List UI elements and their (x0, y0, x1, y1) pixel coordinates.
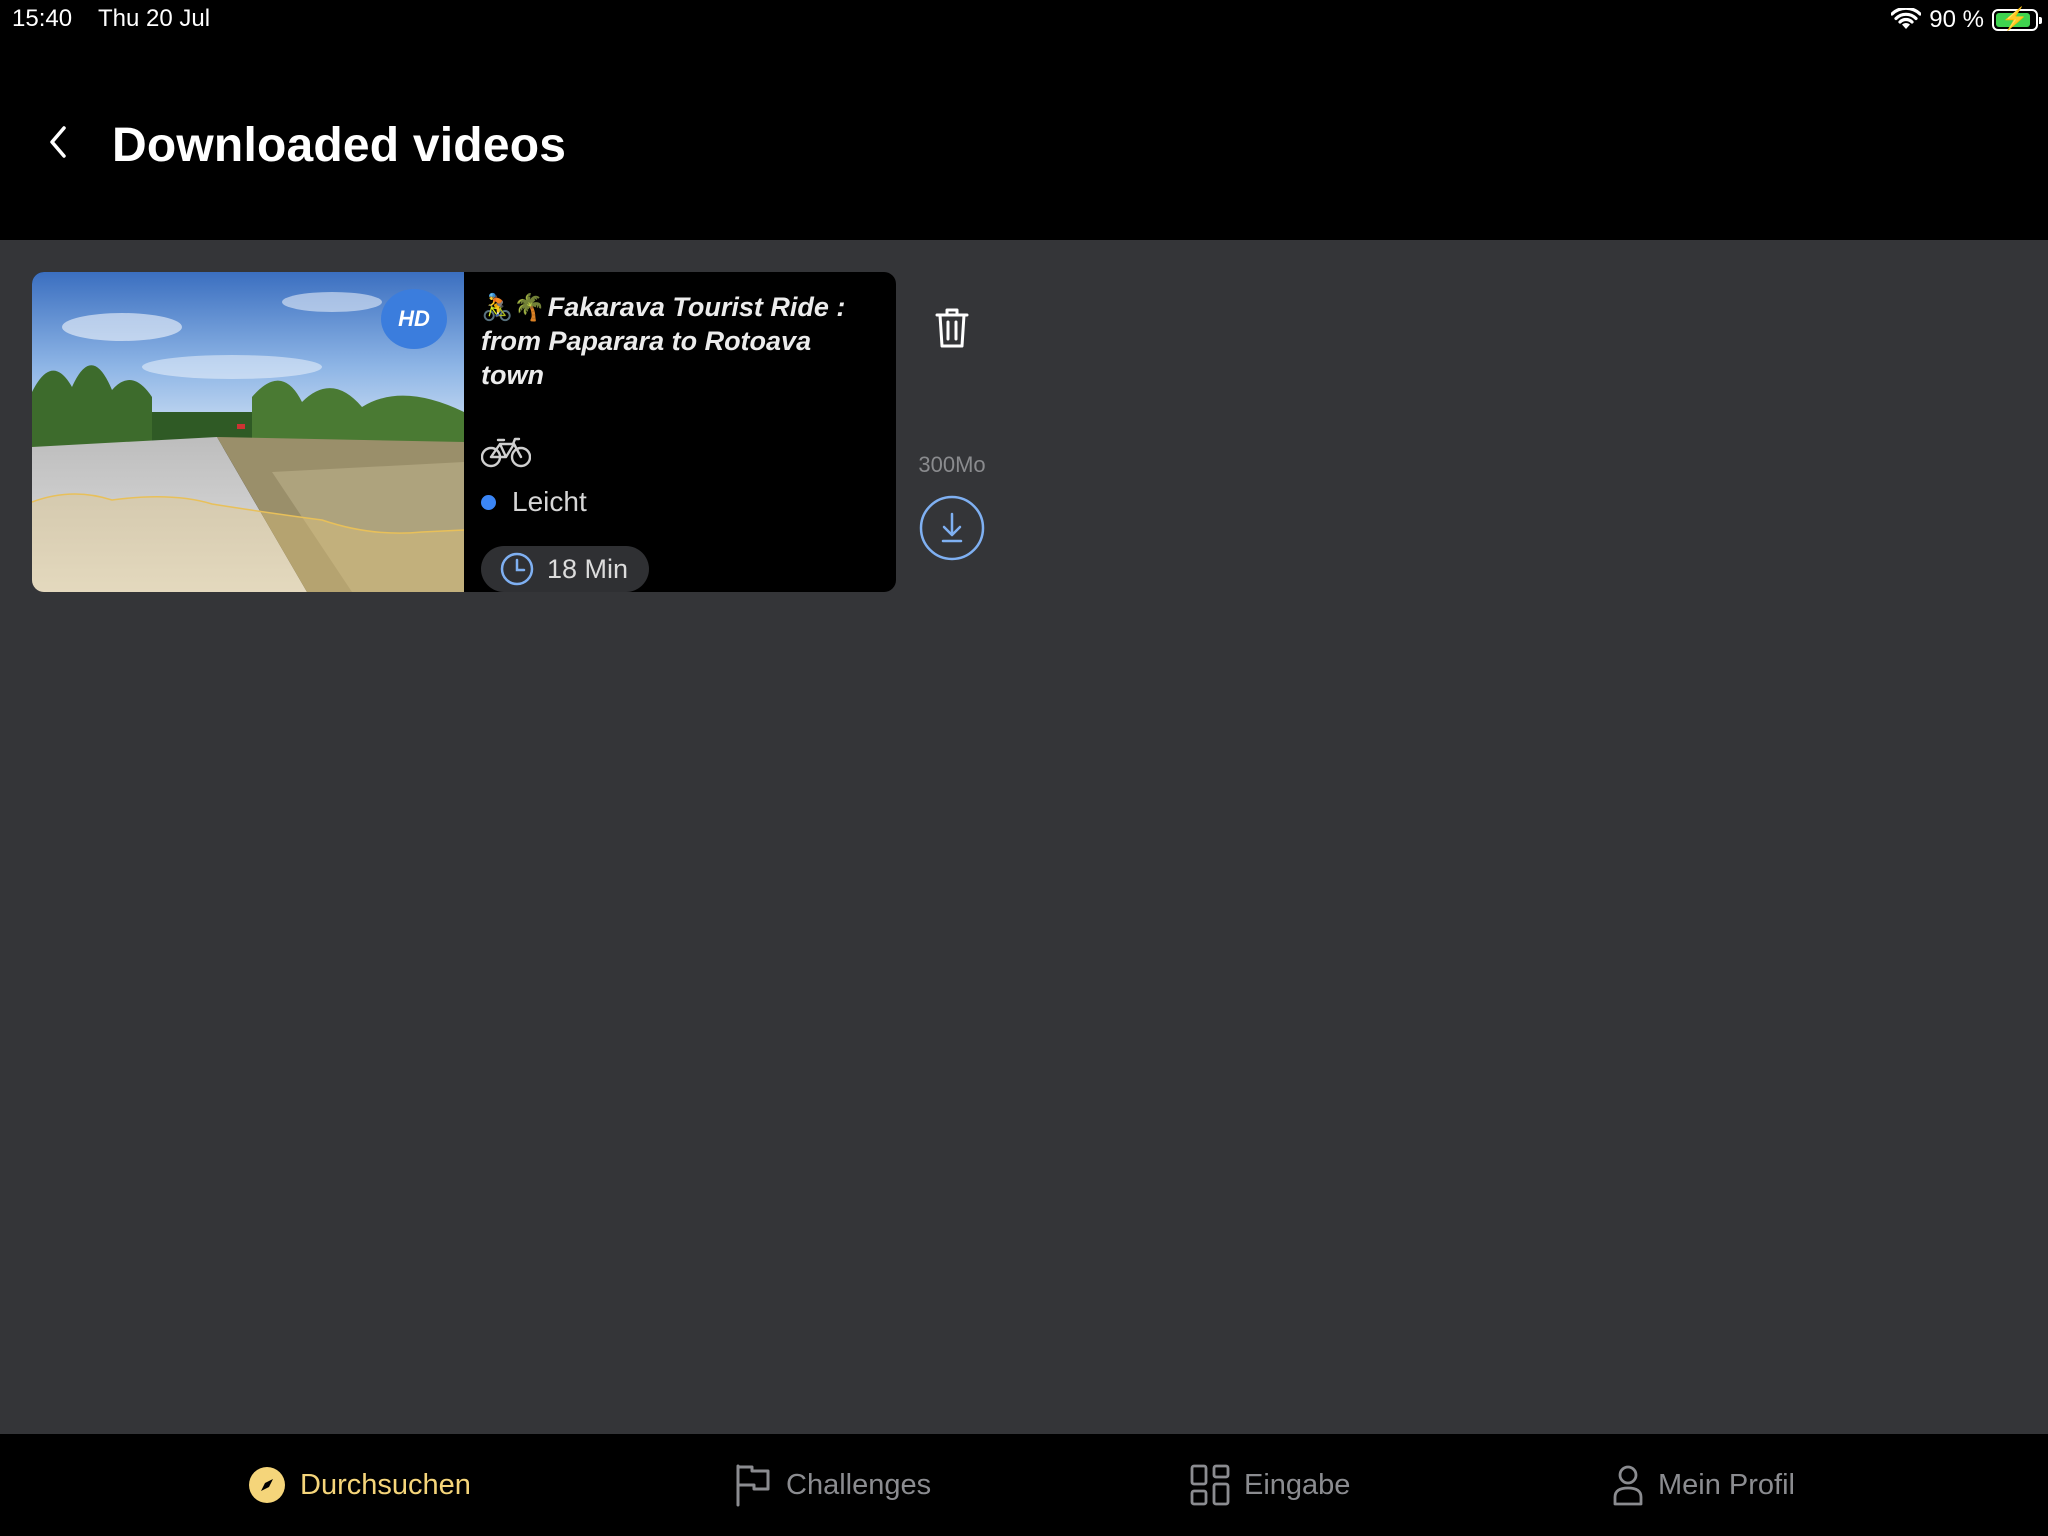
difficulty-row: Leicht (481, 486, 587, 518)
flag-icon (736, 1464, 770, 1507)
status-date: Thu 20 Jul (98, 5, 211, 32)
charging-bolt-icon: ⚡ (2001, 6, 2029, 31)
tab-mein-profil[interactable]: Mein Profil (1612, 1462, 1795, 1508)
file-size: 300Mo (918, 452, 986, 477)
tab-label: Mein Profil (1658, 1468, 1795, 1501)
delete-button[interactable] (928, 302, 976, 354)
download-icon (919, 495, 985, 561)
difficulty-label: Leicht (512, 486, 587, 517)
tab-bar: Durchsuchen Challenges Eingabe Mein Prof… (0, 1434, 2048, 1536)
status-time: 15:40 (12, 5, 73, 32)
battery-percent: 90 % (1929, 6, 1984, 33)
tab-label: Durchsuchen (300, 1468, 471, 1501)
download-button[interactable] (918, 494, 986, 562)
duration-pill: 18 Min (481, 546, 649, 592)
tab-challenges[interactable]: Challenges (734, 1462, 931, 1508)
battery-icon: ⚡ (1992, 6, 2042, 31)
tab-eingabe[interactable]: Eingabe (1190, 1462, 1350, 1508)
chevron-left-icon (50, 126, 66, 158)
hd-badge: HD (381, 289, 447, 349)
tab-label: Eingabe (1244, 1468, 1351, 1501)
tab-durchsuchen[interactable]: Durchsuchen (248, 1462, 471, 1508)
video-info: 🚴🌴Fakarava Tourist Ride : from Paparara … (481, 290, 881, 592)
clock-icon (499, 551, 535, 587)
tab-label: Challenges (786, 1468, 932, 1501)
video-title-block: 🚴🌴Fakarava Tourist Ride : from Paparara … (481, 290, 881, 392)
status-bar: 15:40 Thu 20 Jul 90 % ⚡ (0, 0, 2048, 40)
duration-label: 18 Min (547, 553, 629, 584)
compass-icon (249, 1467, 285, 1503)
status-indicators: 90 % ⚡ (1891, 4, 2042, 36)
grid-icon (1190, 1464, 1230, 1506)
back-button[interactable] (34, 118, 82, 166)
difficulty-dot (481, 494, 496, 510)
video-card[interactable]: HD 🚴🌴Fakarava Tourist Ride : from Papara… (32, 272, 896, 592)
trash-icon (935, 308, 969, 348)
header: Downloaded videos (0, 40, 2048, 240)
title-emoji: 🚴🌴 (481, 292, 546, 322)
wifi-icon (1891, 8, 1922, 29)
page-title: Downloaded videos (112, 119, 567, 172)
bike-icon (481, 437, 531, 468)
person-icon (1613, 1465, 1643, 1506)
